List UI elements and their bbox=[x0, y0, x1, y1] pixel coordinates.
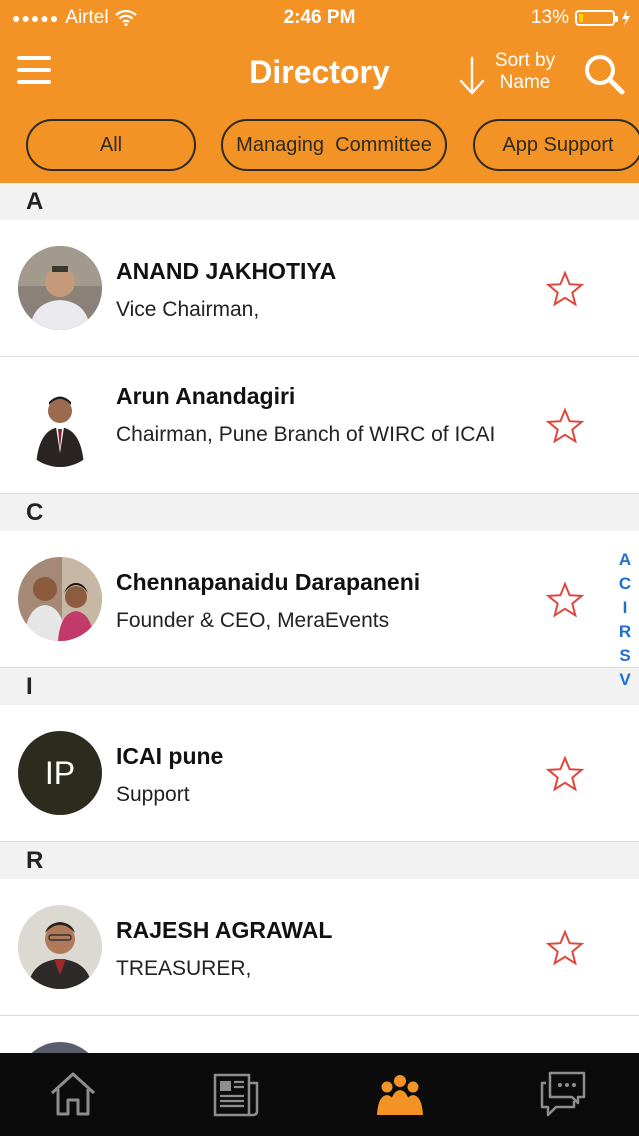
arrow-down-icon bbox=[459, 56, 485, 95]
filter-chips: All Managing Committee App Support bbox=[0, 119, 639, 173]
home-icon[interactable] bbox=[48, 1069, 98, 1119]
section-header: I bbox=[0, 668, 639, 705]
index-letter[interactable]: I bbox=[615, 596, 635, 620]
contact-name: Chennapanaidu Darapaneni bbox=[116, 569, 421, 595]
contact-row[interactable]: ANAND JAKHOTIYA Vice Chairman, bbox=[0, 220, 639, 357]
contact-role: Support bbox=[116, 783, 190, 806]
avatar bbox=[18, 383, 102, 467]
avatar bbox=[18, 1042, 102, 1053]
battery-icon bbox=[575, 10, 618, 26]
battery-percent: 13% bbox=[530, 7, 569, 28]
avatar bbox=[18, 905, 102, 989]
search-icon[interactable] bbox=[582, 52, 626, 96]
charging-icon bbox=[622, 10, 630, 26]
contact-name: RAJESH AGRAWAL bbox=[116, 917, 333, 943]
status-bar: ●●●●● Airtel 2:46 PM 13% bbox=[0, 0, 639, 36]
people-icon[interactable] bbox=[375, 1069, 425, 1119]
contact-name: ICAI pune bbox=[116, 743, 224, 769]
nav-bar: Directory Sort by Name bbox=[0, 40, 639, 106]
filter-chip-app-support[interactable]: App Support bbox=[473, 119, 639, 171]
section-header: A bbox=[0, 183, 639, 220]
avatar bbox=[18, 246, 102, 330]
index-letter[interactable]: V bbox=[615, 668, 635, 692]
section-header: C bbox=[0, 494, 639, 531]
alphabet-index[interactable]: A C I R S V bbox=[615, 548, 635, 692]
section-header: R bbox=[0, 842, 639, 879]
avatar bbox=[18, 557, 102, 641]
star-icon[interactable] bbox=[546, 929, 584, 967]
index-letter[interactable]: A bbox=[615, 548, 635, 572]
contact-role: Founder & CEO, MeraEvents bbox=[116, 609, 390, 632]
star-icon[interactable] bbox=[546, 407, 584, 445]
sort-label: Sort by bbox=[494, 50, 556, 71]
contact-row[interactable]: Arun Anandagiri Chairman, Pune Branch of… bbox=[0, 357, 639, 494]
contact-row[interactable]: IP ICAI pune Support bbox=[0, 705, 639, 842]
chat-icon[interactable] bbox=[538, 1069, 588, 1119]
avatar: IP bbox=[18, 731, 102, 815]
contact-row[interactable] bbox=[0, 1016, 639, 1053]
tab-bar bbox=[0, 1053, 639, 1136]
app-header: ●●●●● Airtel 2:46 PM 13% Directory Sort … bbox=[0, 0, 639, 183]
star-icon[interactable] bbox=[546, 581, 584, 619]
contact-row[interactable]: RAJESH AGRAWAL TREASURER, bbox=[0, 879, 639, 1016]
contact-list[interactable]: A ANAND JAKHOTIYA Vice Chairman, Arun An… bbox=[0, 183, 639, 1053]
star-icon[interactable] bbox=[546, 270, 584, 308]
filter-chip-managing-committee[interactable]: Managing Committee bbox=[221, 119, 447, 171]
sort-button[interactable]: Sort by Name bbox=[458, 50, 568, 98]
index-letter[interactable]: C bbox=[615, 572, 635, 596]
contact-row[interactable]: Chennapanaidu Darapaneni Founder & CEO, … bbox=[0, 531, 639, 668]
newspaper-icon[interactable] bbox=[211, 1069, 261, 1119]
index-letter[interactable]: S bbox=[615, 644, 635, 668]
contact-name: Arun Anandagiri bbox=[116, 383, 296, 409]
contact-role: Chairman, Pune Branch of WIRC of ICAI bbox=[116, 423, 496, 446]
contact-role: TREASURER, bbox=[116, 957, 252, 980]
index-letter[interactable]: R bbox=[615, 620, 635, 644]
filter-chip-all[interactable]: All bbox=[26, 119, 196, 171]
contact-name: ANAND JAKHOTIYA bbox=[116, 258, 337, 284]
contact-role: Vice Chairman, bbox=[116, 298, 260, 321]
star-icon[interactable] bbox=[546, 755, 584, 793]
sort-value: Name bbox=[499, 72, 551, 93]
